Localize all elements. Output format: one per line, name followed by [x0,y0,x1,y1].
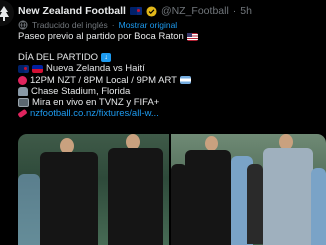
tweet-line: 12PM NZT / 8PM Local / 9PM ART [18,75,318,86]
author-name[interactable]: New Zealand Football [18,5,126,17]
link-icon [17,109,28,119]
tweet-line-text: Mira en vivo en TVNZ y FIFA+ [32,96,160,108]
author-avatar[interactable] [0,0,14,26]
background-player [18,174,40,245]
tweet-line-text: DÍA DEL PARTIDO [18,52,99,64]
tweet-line-text: Paseo previo al partido por Boca Raton [18,31,184,42]
player [108,148,163,245]
nz-flag-icon [129,7,142,15]
author-handle[interactable]: @NZ_Football [161,5,229,17]
team-walk-photo[interactable] [171,134,326,245]
tweet-header: New Zealand Football @NZ_Football · 5h [18,4,322,18]
separator-dot: · [111,20,115,30]
verified-badge-icon [146,5,157,17]
tweet-line-text: 12PM NZT / 8PM Local / 9PM ART [30,74,177,86]
stadium-icon [18,86,28,96]
tweet-line: nzfootball.co.nz/fixtures/all-w... [17,108,318,119]
show-original-link[interactable]: Mostrar original [119,20,178,30]
player [40,152,98,245]
nz-flag-icon [18,64,29,73]
tweet-line: Paseo previo al partido por Boca Raton [18,31,318,42]
us-flag-icon [186,32,198,41]
globe-icon [18,20,28,30]
translation-row: Traducido del inglés · Mostrar original [18,19,177,31]
tweet-text: Paseo previo al partido por Boca Raton D… [17,31,318,119]
player [263,148,313,245]
fixture-link[interactable]: nzfootball.co.nz/fixtures/all-w... [30,108,159,119]
argentina-flag-icon [179,76,191,85]
alarm-clock-icon [18,75,27,85]
tweet-line-text: Nueva Zelanda vs Haití [46,63,145,75]
down-arrow-icon: ↓ [101,53,112,63]
team-walk-photo[interactable] [18,134,169,245]
translation-note: Traducido del inglés [32,20,108,30]
tweet-line: Mira en vivo en TVNZ y FIFA+ [18,97,318,108]
background-player [311,168,326,245]
tweet-line: Chase Stadium, Florida [18,86,318,97]
television-icon [18,98,29,108]
haiti-flag-icon [32,64,43,73]
background-player [247,164,263,244]
tweet-line-text: Chase Stadium, Florida [31,85,131,97]
player [185,150,231,245]
separator-dot: · [232,5,237,17]
nz-football-logo-icon [0,6,9,21]
player-head [205,136,218,151]
tweet-line: Nueva Zelanda vs Haití [18,63,318,74]
tweet-line: DÍA DEL PARTIDO ↓ [18,52,318,63]
tweet-media [18,134,326,245]
tweet-time[interactable]: 5h [240,5,252,17]
